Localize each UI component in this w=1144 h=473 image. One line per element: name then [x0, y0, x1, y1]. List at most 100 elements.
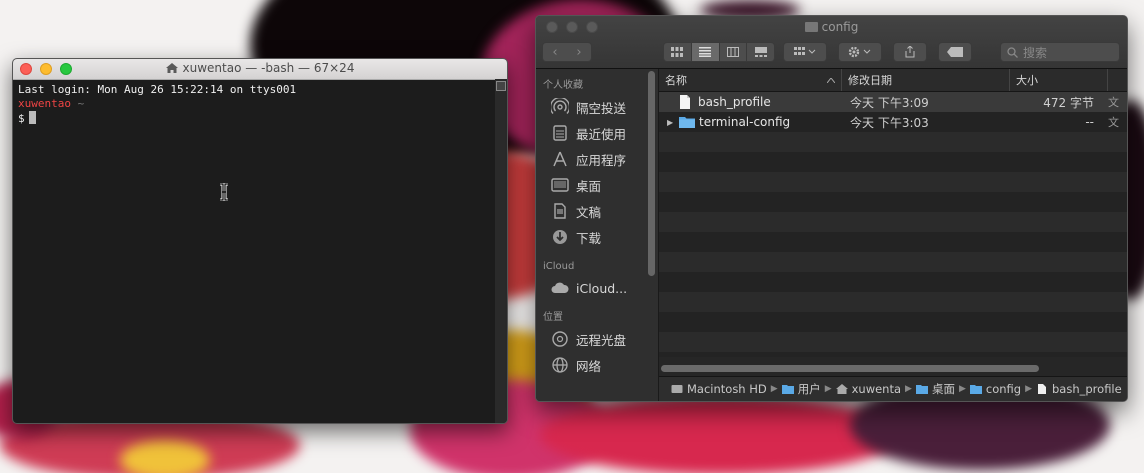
desktop-icon — [550, 176, 570, 194]
path-segment-users[interactable]: 用户 — [781, 381, 821, 397]
file-rows: bash_profile 今天 下午3:09 472 字节 文 ▶ termin… — [659, 92, 1127, 357]
nav-buttons: ‹ › — [542, 42, 592, 62]
gear-icon — [848, 46, 871, 58]
path-bar: Macintosh HD ▶ 用户 ▶ xuwenta ▶ 桌面 ▶ confi… — [659, 376, 1127, 401]
sidebar-item-label: 文稿 — [576, 204, 602, 220]
column-view-icon[interactable] — [720, 43, 748, 61]
finder-window[interactable]: config ‹ › 搜索 个人收藏 隔空投送 最近使用 应用程序 桌面 文稿 … — [535, 15, 1128, 402]
folder-icon — [969, 385, 982, 394]
text-cursor — [28, 111, 36, 124]
empty-row — [659, 352, 1127, 357]
documents-icon — [550, 202, 570, 220]
path-segment-config[interactable]: config — [969, 382, 1022, 396]
forward-button[interactable]: › — [567, 45, 591, 60]
empty-row — [659, 172, 1127, 192]
empty-row — [659, 252, 1127, 272]
column-header-date-label: 修改日期 — [848, 74, 892, 87]
terminal-titlebar[interactable]: xuwentao — -bash — 67×24 — [13, 59, 507, 80]
path-segment-disk[interactable]: Macintosh HD — [671, 382, 767, 396]
airdrop-icon — [550, 98, 570, 116]
share-button[interactable] — [893, 42, 927, 62]
group-by-button[interactable] — [783, 42, 827, 62]
path-label: 用户 — [797, 382, 821, 396]
terminal-output[interactable]: Last login: Mon Aug 26 15:22:14 on ttys0… — [13, 80, 507, 129]
sidebar-section-icloud: iCloud — [543, 261, 575, 272]
sidebar-scrollbar[interactable] — [648, 71, 655, 276]
file-name-cell: bash_profile — [659, 95, 842, 109]
grid-dropdown-icon — [794, 47, 816, 55]
sidebar-item-network[interactable]: 网络 — [536, 352, 658, 378]
gallery-view-icon[interactable] — [747, 43, 774, 61]
finder-title-text: config — [821, 20, 859, 34]
sidebar-item-downloads[interactable]: 下载 — [536, 224, 658, 250]
sidebar-item-desktop[interactable]: 桌面 — [536, 172, 658, 198]
split-pane-icon[interactable] — [496, 81, 506, 91]
terminal-title-text: xuwentao — -bash — 67×24 — [182, 61, 355, 75]
folder-icon — [804, 22, 818, 32]
list-view-icon[interactable] — [691, 43, 720, 61]
prompt-header: xuwentao ~ — [18, 97, 502, 111]
search-input[interactable]: 搜索 — [1000, 42, 1120, 62]
home-icon — [835, 384, 848, 394]
empty-row — [659, 312, 1127, 332]
hard-disk-icon — [671, 385, 683, 393]
sidebar-item-remote-disc[interactable]: 远程光盘 — [536, 326, 658, 352]
column-header-size[interactable]: 大小 — [1010, 69, 1108, 91]
sidebar-item-label: 网络 — [576, 358, 602, 374]
path-label: Macintosh HD — [687, 382, 767, 396]
sidebar-item-documents[interactable]: 文稿 — [536, 198, 658, 224]
finder-sidebar[interactable]: 个人收藏 隔空投送 最近使用 应用程序 桌面 文稿 下载 iCloud iClo — [536, 69, 659, 401]
sidebar-item-icloud[interactable]: iCloud... — [536, 275, 658, 301]
prompt-user: xuwentao — [18, 97, 71, 110]
terminal-title: xuwentao — -bash — 67×24 — [13, 61, 507, 75]
empty-row — [659, 152, 1127, 172]
finder-titlebar[interactable]: config ‹ › 搜索 — [536, 16, 1127, 69]
file-size: 472 字节 — [1043, 95, 1094, 110]
sidebar-section-favorites: 个人收藏 — [543, 80, 583, 91]
finder-title: config — [536, 20, 1127, 34]
table-row[interactable]: ▶ terminal-config 今天 下午3:03 -- 文 — [659, 112, 1127, 132]
path-label: config — [985, 382, 1022, 396]
path-label: xuwenta — [851, 382, 902, 396]
share-icon — [905, 46, 915, 58]
empty-row — [659, 212, 1127, 232]
column-header-name[interactable]: 名称 — [659, 69, 842, 91]
file-kind: 文 — [1108, 116, 1119, 129]
search-placeholder: 搜索 — [1023, 45, 1048, 60]
empty-row — [659, 272, 1127, 292]
chevron-right-icon: ▶ — [905, 384, 912, 394]
path-segment-home[interactable]: xuwenta — [835, 382, 902, 396]
terminal-scrollbar[interactable] — [495, 79, 507, 423]
applications-icon — [550, 150, 570, 168]
document-icon — [1038, 384, 1046, 394]
column-header-kind[interactable] — [1108, 69, 1127, 91]
recents-icon — [550, 124, 570, 142]
path-segment-file[interactable]: bash_profile — [1036, 382, 1122, 396]
empty-row — [659, 132, 1127, 152]
ibeam-cursor-icon — [220, 183, 228, 201]
action-button[interactable] — [838, 42, 882, 62]
disc-icon — [550, 330, 570, 348]
file-size: -- — [1085, 115, 1094, 129]
icon-view-icon[interactable] — [664, 43, 692, 61]
column-headers: 名称 修改日期 大小 — [659, 69, 1127, 92]
file-name-cell: ▶ terminal-config — [659, 115, 842, 129]
sidebar-item-airdrop[interactable]: 隔空投送 — [536, 94, 658, 120]
path-label: 桌面 — [931, 382, 955, 396]
prompt-tilde: ~ — [77, 97, 85, 110]
path-segment-desktop[interactable]: 桌面 — [915, 381, 955, 397]
column-header-date[interactable]: 修改日期 — [842, 69, 1010, 91]
terminal-window[interactable]: xuwentao — -bash — 67×24 Last login: Mon… — [12, 58, 508, 424]
folder-icon — [915, 385, 928, 394]
disclosure-triangle-icon[interactable]: ▶ — [667, 118, 679, 127]
sidebar-item-applications[interactable]: 应用程序 — [536, 146, 658, 172]
sidebar-item-recents[interactable]: 最近使用 — [536, 120, 658, 146]
tag-button[interactable] — [938, 42, 972, 62]
file-list-pane[interactable]: 名称 修改日期 大小 bash_profile 今天 下午3:09 472 字节… — [659, 69, 1127, 401]
folder-icon — [679, 117, 695, 128]
table-row[interactable]: bash_profile 今天 下午3:09 472 字节 文 — [659, 92, 1127, 112]
view-mode-group — [663, 42, 775, 62]
horizontal-scrollbar[interactable] — [661, 365, 1039, 372]
empty-row — [659, 332, 1127, 352]
back-button[interactable]: ‹ — [543, 45, 567, 60]
